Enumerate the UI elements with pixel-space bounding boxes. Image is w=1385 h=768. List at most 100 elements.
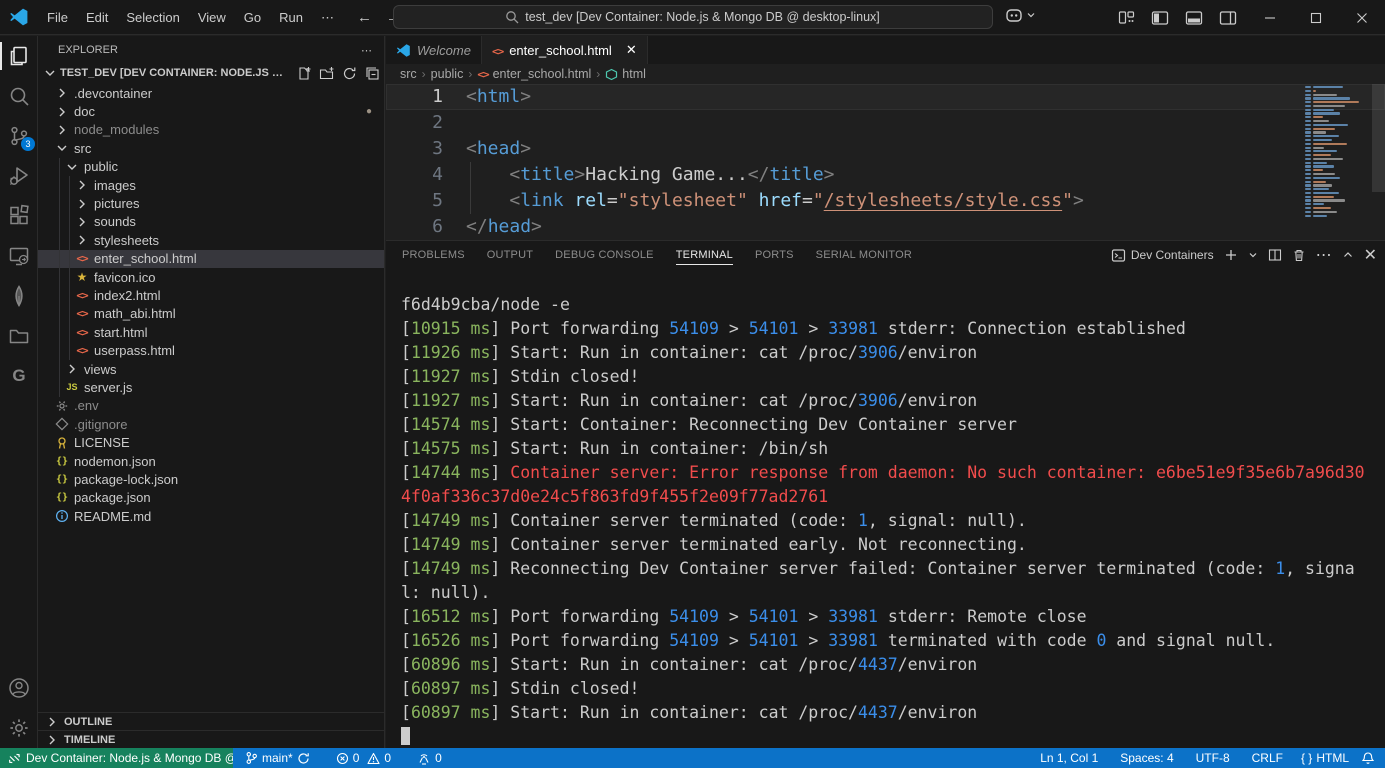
section-timeline[interactable]: TIMELINE <box>38 730 384 748</box>
panel-more-icon[interactable]: ⋯ <box>1316 245 1332 265</box>
collapse-all-icon[interactable] <box>365 66 380 81</box>
cursor-position[interactable]: Ln 1, Col 1 <box>1034 751 1104 765</box>
activity-run-and-debug[interactable] <box>0 156 38 196</box>
activity-gitlens[interactable]: G <box>0 356 38 396</box>
split-terminal-icon[interactable] <box>1268 248 1282 262</box>
activity-source-control[interactable]: 3 <box>0 116 38 156</box>
maximize-panel-icon[interactable] <box>1342 249 1354 261</box>
editor-scrollbar[interactable] <box>1372 84 1385 192</box>
notifications-bell[interactable] <box>1355 751 1381 765</box>
breadcrumb-item[interactable]: src <box>400 67 417 81</box>
tree-item[interactable]: <>enter_school.html <box>38 250 384 268</box>
tree-item[interactable]: .devcontainer <box>38 84 384 102</box>
workspace-name: TEST_DEV [DEV CONTAINER: NODE.JS & MONGO… <box>60 67 288 79</box>
tree-item[interactable]: <>userpass.html <box>38 341 384 359</box>
eol-status[interactable]: CRLF <box>1246 751 1289 765</box>
remote-indicator[interactable]: Dev Container: Node.js & Mongo DB @ desk… <box>0 748 233 768</box>
breadcrumb-item[interactable]: <>enter_school.html <box>477 67 591 81</box>
tree-item[interactable]: README.md <box>38 507 384 525</box>
code-lines: 1 <html> 2 3 <head> 4 <title>Hacking Gam… <box>386 84 1385 240</box>
toggle-panel-icon[interactable] <box>1185 10 1203 26</box>
tree-item[interactable]: stylesheets <box>38 231 384 249</box>
section-outline[interactable]: OUTLINE <box>38 712 384 730</box>
tree-item[interactable]: {}nodemon.json <box>38 452 384 470</box>
tree-item[interactable]: images <box>38 176 384 194</box>
panel-tab-terminal[interactable]: TERMINAL <box>676 241 733 269</box>
terminal-line: [60896 ms] Start: Run in container: cat … <box>401 653 1373 677</box>
tree-item[interactable]: sounds <box>38 213 384 231</box>
breadcrumb-item[interactable]: public <box>431 67 464 81</box>
menu-go[interactable]: Go <box>235 0 270 35</box>
panel-tab-serial-monitor[interactable]: SERIAL MONITOR <box>816 241 912 269</box>
customize-layout-icon[interactable] <box>1118 9 1135 26</box>
tree-item[interactable]: src <box>38 139 384 157</box>
copilot-button[interactable] <box>1005 6 1036 24</box>
tree-item[interactable]: doc ● <box>38 102 384 120</box>
minimize-button[interactable] <box>1247 0 1293 35</box>
menu-selection[interactable]: Selection <box>117 0 188 35</box>
tree-item[interactable]: views <box>38 360 384 378</box>
breadcrumb-item[interactable]: html <box>605 67 646 81</box>
toggle-secondary-sidebar-icon[interactable] <box>1219 10 1237 26</box>
activity-extensions[interactable] <box>0 196 38 236</box>
menu-view[interactable]: View <box>189 0 235 35</box>
close-tab-icon[interactable]: ✕ <box>626 42 637 58</box>
panel-tab-output[interactable]: OUTPUT <box>487 241 533 269</box>
tree-item[interactable]: public <box>38 158 384 176</box>
maximize-button[interactable] <box>1293 0 1339 35</box>
tab-welcome[interactable]: Welcome <box>386 36 482 64</box>
menu-⋯[interactable]: ⋯ <box>312 0 343 35</box>
tree-item[interactable]: .env <box>38 397 384 415</box>
refresh-icon[interactable] <box>342 66 357 81</box>
tree-item[interactable]: <>index2.html <box>38 286 384 304</box>
search-icon <box>7 84 31 108</box>
code-editor[interactable]: 1 <html> 2 3 <head> 4 <title>Hacking Gam… <box>386 84 1385 240</box>
tree-item[interactable]: {}package-lock.json <box>38 470 384 488</box>
tree-item[interactable]: .gitignore <box>38 415 384 433</box>
tab-enter-school-html[interactable]: <> enter_school.html ✕ <box>482 36 648 64</box>
more-actions-icon[interactable]: ⋯ <box>361 44 372 57</box>
tree-item[interactable]: <>math_abi.html <box>38 305 384 323</box>
problems-status[interactable]: 0 0 <box>330 751 397 765</box>
kill-terminal-icon[interactable] <box>1292 248 1306 262</box>
menu-file[interactable]: File <box>38 0 77 35</box>
terminal-profile[interactable]: Dev Containers <box>1111 248 1214 263</box>
activity-settings[interactable] <box>0 708 38 748</box>
minimap[interactable] <box>1305 86 1369 218</box>
activity-accounts[interactable] <box>0 668 38 708</box>
activity-project-manager[interactable] <box>0 316 38 356</box>
activity-search[interactable] <box>0 76 38 116</box>
tree-item[interactable]: pictures <box>38 194 384 212</box>
new-folder-icon[interactable] <box>319 66 334 81</box>
panel-tab-ports[interactable]: PORTS <box>755 241 794 269</box>
new-file-icon[interactable] <box>296 66 311 81</box>
ports-status[interactable]: 0 <box>411 751 448 765</box>
tree-item[interactable]: {}package.json <box>38 489 384 507</box>
activity-mongodb[interactable] <box>0 276 38 316</box>
activity-remote-explorer[interactable] <box>0 236 38 276</box>
sync-icon <box>297 752 310 765</box>
menu-edit[interactable]: Edit <box>77 0 117 35</box>
terminal[interactable]: f6d4b9cba/node -e[10915 ms] Port forward… <box>401 269 1383 748</box>
toggle-sidebar-icon[interactable] <box>1151 10 1169 26</box>
encoding-status[interactable]: UTF-8 <box>1190 751 1236 765</box>
menu-run[interactable]: Run <box>270 0 312 35</box>
indentation-status[interactable]: Spaces: 4 <box>1114 751 1179 765</box>
tree-item[interactable]: <>start.html <box>38 323 384 341</box>
language-status[interactable]: { } HTML <box>1295 751 1355 765</box>
terminal-dropdown-icon[interactable] <box>1248 250 1258 260</box>
tree-item[interactable]: ★favicon.ico <box>38 268 384 286</box>
close-button[interactable] <box>1339 0 1385 35</box>
tree-item[interactable]: LICENSE <box>38 433 384 451</box>
back-icon[interactable]: ← <box>357 9 372 26</box>
tree-item[interactable]: node_modules <box>38 121 384 139</box>
git-branch-status[interactable]: main* <box>239 751 316 765</box>
panel-tab-debug-console[interactable]: DEBUG CONSOLE <box>555 241 654 269</box>
new-terminal-icon[interactable] <box>1224 248 1238 262</box>
command-center[interactable]: test_dev [Dev Container: Node.js & Mongo… <box>393 5 993 29</box>
close-panel-icon[interactable]: ✕ <box>1364 245 1377 265</box>
activity-explorer[interactable] <box>0 36 38 76</box>
tree-item[interactable]: JSserver.js <box>38 378 384 396</box>
workspace-section-header[interactable]: TEST_DEV [DEV CONTAINER: NODE.JS & MONGO… <box>38 62 384 84</box>
panel-tab-problems[interactable]: PROBLEMS <box>402 241 465 269</box>
